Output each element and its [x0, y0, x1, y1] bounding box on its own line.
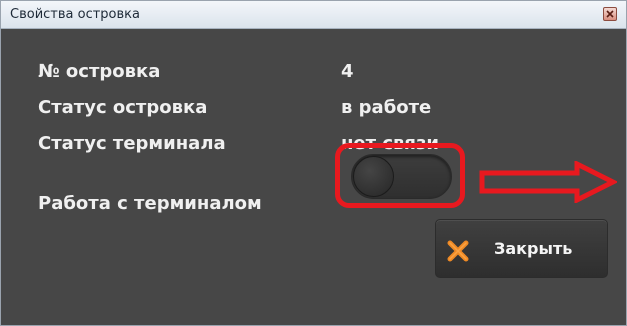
window-close-button[interactable] — [603, 7, 617, 21]
close-button-label: Закрыть — [494, 239, 573, 258]
properties-dialog: Свойства островка № островка 4 Статус ос… — [0, 0, 627, 326]
island-status-label: Статус островка — [38, 97, 208, 118]
close-icon — [606, 10, 614, 18]
terminal-work-toggle[interactable] — [351, 154, 452, 199]
terminal-status-label: Статус терминала — [38, 133, 226, 154]
window-title: Свойства островка — [10, 7, 140, 22]
island-status-value: в работе — [341, 97, 432, 118]
close-dialog-button[interactable]: Закрыть — [435, 219, 608, 278]
orange-x-icon — [447, 240, 469, 262]
title-bar: Свойства островка — [1, 1, 626, 29]
toggle-knob[interactable] — [353, 156, 394, 197]
island-number-value: 4 — [341, 61, 354, 82]
island-number-label: № островка — [38, 61, 161, 82]
red-arrow-icon — [479, 161, 617, 203]
terminal-work-label: Работа с терминалом — [38, 193, 262, 214]
